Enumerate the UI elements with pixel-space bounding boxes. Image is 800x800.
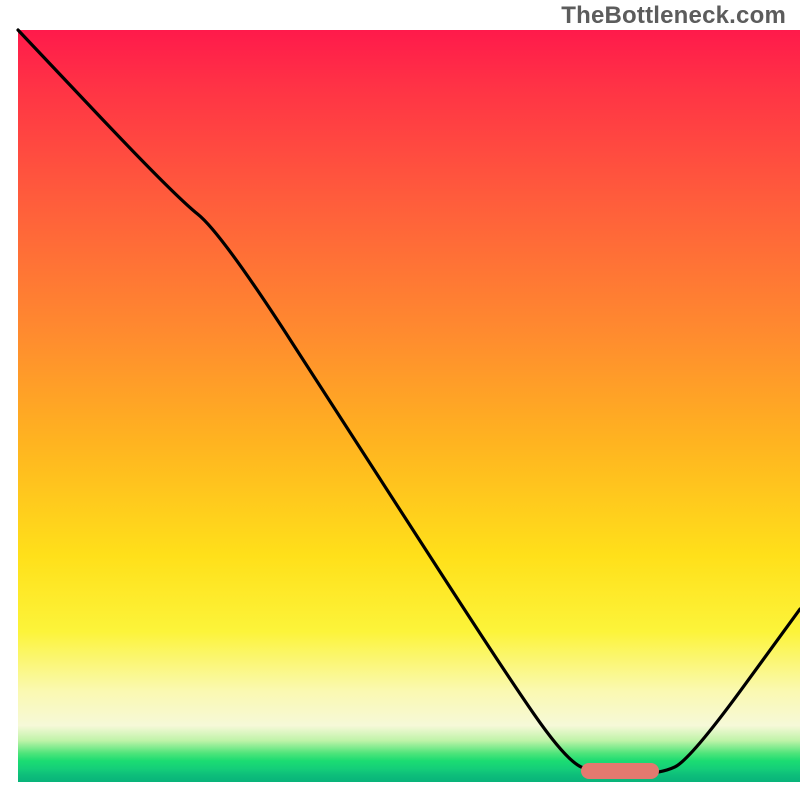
optimal-range-marker	[581, 763, 659, 779]
plot-area	[18, 30, 800, 782]
chart-container: TheBottleneck.com	[0, 0, 800, 800]
bottleneck-curve	[18, 30, 800, 774]
curve-svg	[18, 30, 800, 782]
watermark-text: TheBottleneck.com	[561, 2, 786, 30]
